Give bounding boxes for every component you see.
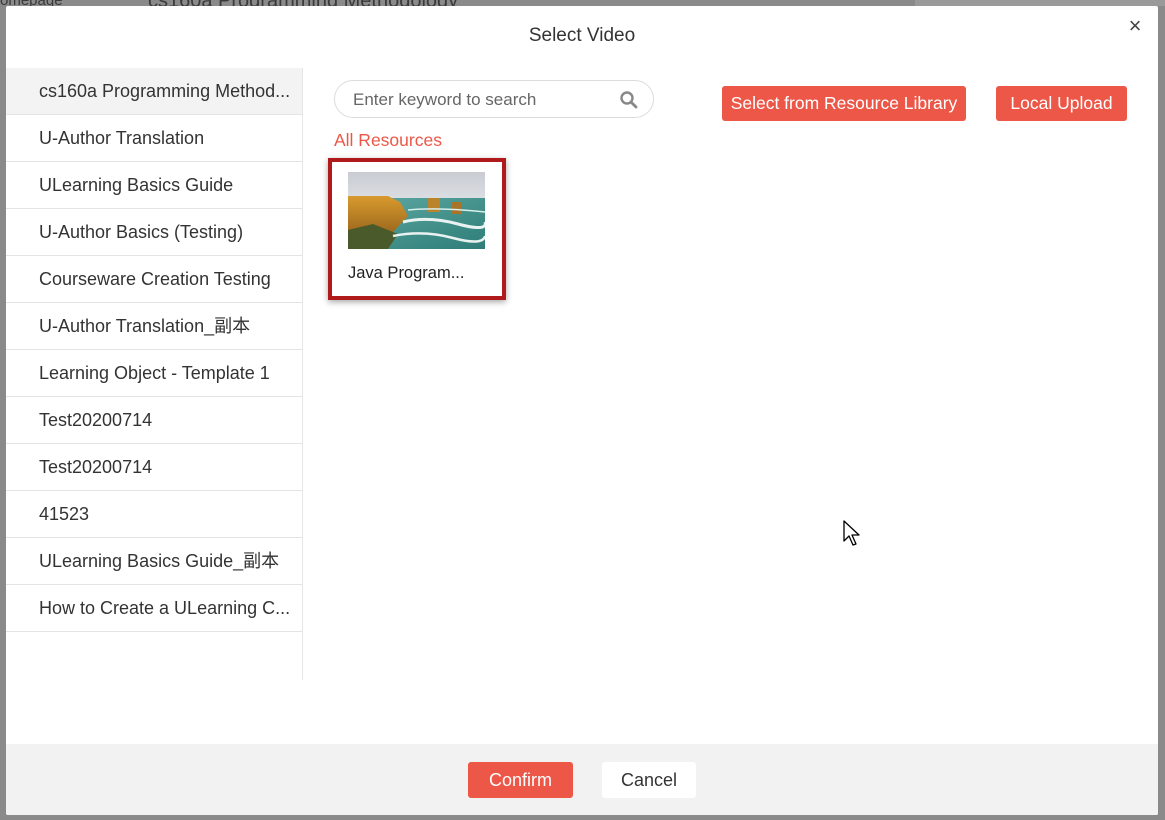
sidebar-item-course[interactable]: Test20200714 bbox=[6, 397, 302, 444]
search-input[interactable] bbox=[351, 81, 605, 119]
sidebar-item-course[interactable]: U-Author Translation_副本 bbox=[6, 303, 302, 350]
sidebar-item-course[interactable]: Courseware Creation Testing bbox=[6, 256, 302, 303]
sidebar-item-course[interactable]: 41523 bbox=[6, 491, 302, 538]
sidebar-item-course[interactable]: U-Author Basics (Testing) bbox=[6, 209, 302, 256]
search-icon[interactable] bbox=[619, 90, 639, 110]
dialog-footer: Confirm Cancel bbox=[6, 744, 1158, 815]
search-box bbox=[334, 80, 654, 119]
sidebar-item-course[interactable]: How to Create a ULearning C... bbox=[6, 585, 302, 632]
all-resources-link[interactable]: All Resources bbox=[334, 130, 442, 151]
select-video-dialog: Select Video × cs160a Programming Method… bbox=[6, 6, 1158, 815]
video-resource-card[interactable]: Java Program... bbox=[328, 158, 506, 300]
dialog-header: Select Video × bbox=[6, 6, 1158, 66]
sidebar-item-course[interactable]: cs160a Programming Method... bbox=[6, 68, 302, 115]
local-upload-button[interactable]: Local Upload bbox=[996, 86, 1127, 121]
cancel-button[interactable]: Cancel bbox=[602, 762, 696, 798]
dialog-title: Select Video bbox=[528, 25, 636, 46]
sidebar-item-course[interactable]: U-Author Translation bbox=[6, 115, 302, 162]
resource-content-area: Select from Resource Library Local Uploa… bbox=[303, 68, 1158, 688]
video-thumbnail bbox=[348, 172, 485, 249]
course-list-sidebar: cs160a Programming Method... U-Author Tr… bbox=[6, 68, 303, 680]
close-icon[interactable]: × bbox=[1124, 15, 1146, 37]
confirm-button[interactable]: Confirm bbox=[468, 762, 573, 798]
sidebar-item-course[interactable]: ULearning Basics Guide_副本 bbox=[6, 538, 302, 585]
mouse-cursor-icon bbox=[843, 520, 860, 546]
sidebar-item-course[interactable]: Learning Object - Template 1 bbox=[6, 350, 302, 397]
sidebar-item-course[interactable]: ULearning Basics Guide bbox=[6, 162, 302, 209]
sidebar-item-course[interactable]: Test20200714 bbox=[6, 444, 302, 491]
select-from-library-button[interactable]: Select from Resource Library bbox=[722, 86, 966, 121]
video-title: Java Program... bbox=[348, 264, 465, 282]
